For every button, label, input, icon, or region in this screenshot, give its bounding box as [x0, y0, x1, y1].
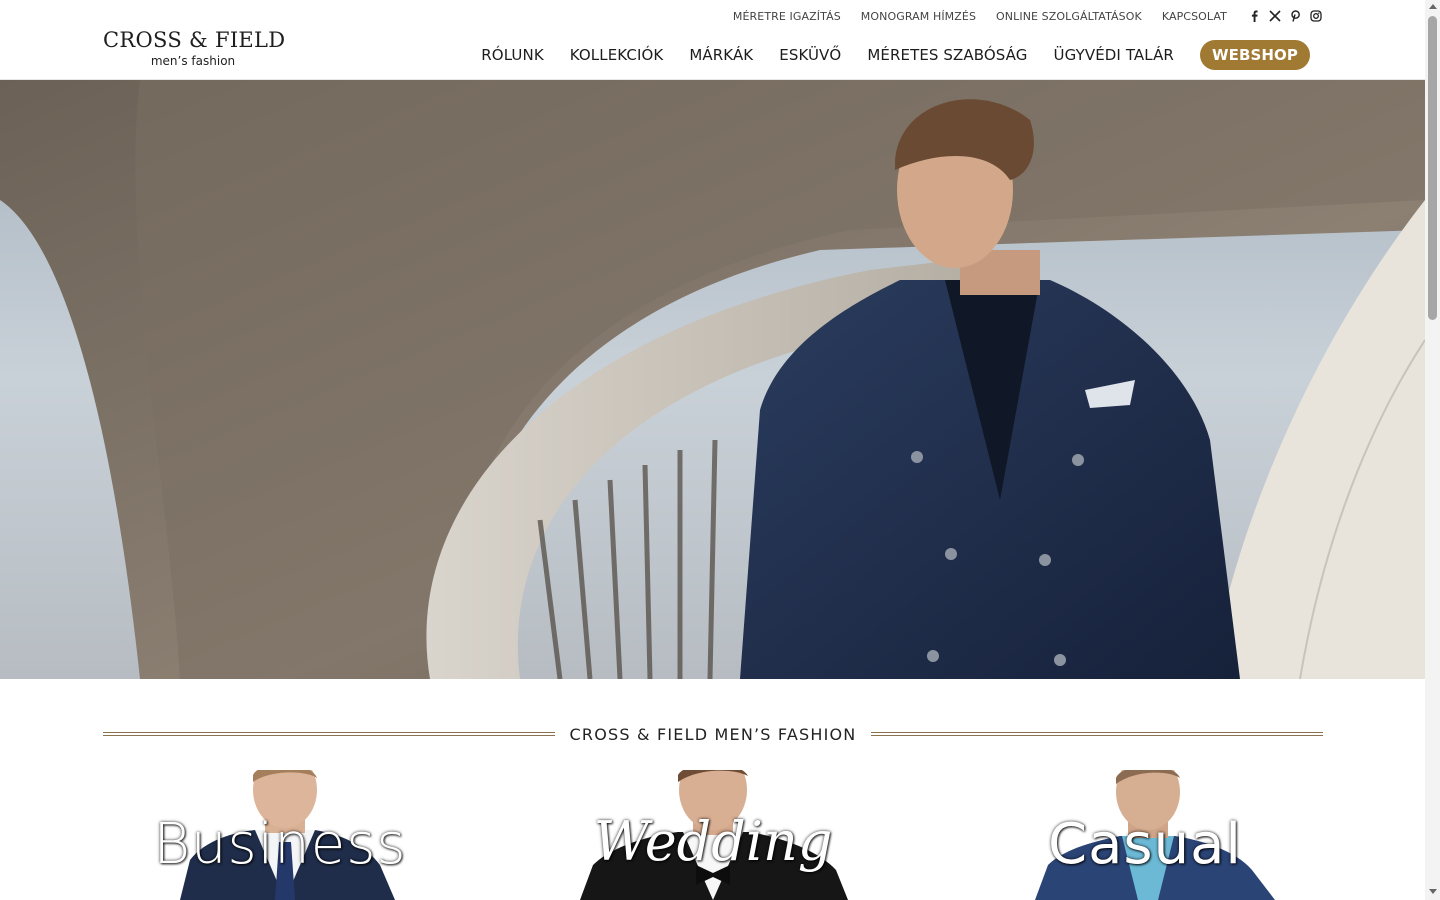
toplink-kapcsolat[interactable]: KAPCSOLAT	[1162, 10, 1227, 23]
site-logo[interactable]: CROSS & FIELD men’s fashion	[103, 28, 286, 68]
hero-banner	[0, 80, 1425, 679]
scroll-up-arrow-icon[interactable]	[1429, 4, 1437, 9]
toplink-monogram-himzes[interactable]: MONOGRAM HÍMZÉS	[861, 10, 976, 23]
category-label-casual: Casual	[1048, 812, 1242, 877]
facebook-icon[interactable]	[1249, 10, 1260, 22]
category-card-casual[interactable]: Casual	[990, 770, 1300, 900]
category-label-business: Business	[153, 812, 407, 877]
category-label-wedding: Wedding	[593, 810, 833, 873]
site-header: CROSS & FIELD men’s fashion MÉRETRE IGAZ…	[0, 0, 1425, 80]
section-title: CROSS & FIELD MEN’S FASHION	[569, 724, 857, 744]
section-rule-right	[871, 732, 1323, 736]
x-icon[interactable]	[1269, 10, 1281, 22]
top-navigation: MÉRETRE IGAZÍTÁS MONOGRAM HÍMZÉS ONLINE …	[733, 8, 1322, 24]
section-heading: CROSS & FIELD MEN’S FASHION	[103, 722, 1323, 746]
category-card-wedding[interactable]: Wedding	[558, 770, 868, 900]
nav-eskuvo[interactable]: ESKÜVŐ	[779, 46, 841, 64]
section-rule-left	[103, 732, 555, 736]
nav-ugyvedi-talar[interactable]: ÜGYVÉDI TALÁR	[1054, 46, 1174, 64]
logo-tagline: men’s fashion	[150, 54, 236, 68]
pinterest-icon[interactable]	[1290, 10, 1301, 22]
instagram-icon[interactable]	[1310, 10, 1322, 22]
nav-markak[interactable]: MÁRKÁK	[689, 46, 753, 64]
nav-rolunk[interactable]: RÓLUNK	[481, 46, 543, 64]
scrollbar-thumb[interactable]	[1428, 16, 1437, 320]
logo-title: CROSS & FIELD	[103, 28, 286, 52]
webshop-button[interactable]: WEBSHOP	[1199, 40, 1310, 70]
toplink-online-szolgaltatasok[interactable]: ONLINE SZOLGÁLTATÁSOK	[996, 10, 1142, 23]
scroll-down-arrow-icon[interactable]	[1429, 889, 1437, 894]
nav-kollekciok[interactable]: KOLLEKCIÓK	[570, 46, 664, 64]
page-scrollbar[interactable]	[1425, 0, 1440, 900]
hero-image	[0, 80, 1425, 679]
main-navigation: RÓLUNK KOLLEKCIÓK MÁRKÁK ESKÜVŐ MÉRETES …	[481, 40, 1310, 70]
social-links	[1249, 10, 1322, 22]
toplink-meretre-igazitas[interactable]: MÉRETRE IGAZÍTÁS	[733, 10, 841, 23]
category-card-business[interactable]: Business	[125, 770, 435, 900]
nav-meretes-szabosag[interactable]: MÉRETES SZABÓSÁG	[867, 46, 1027, 64]
